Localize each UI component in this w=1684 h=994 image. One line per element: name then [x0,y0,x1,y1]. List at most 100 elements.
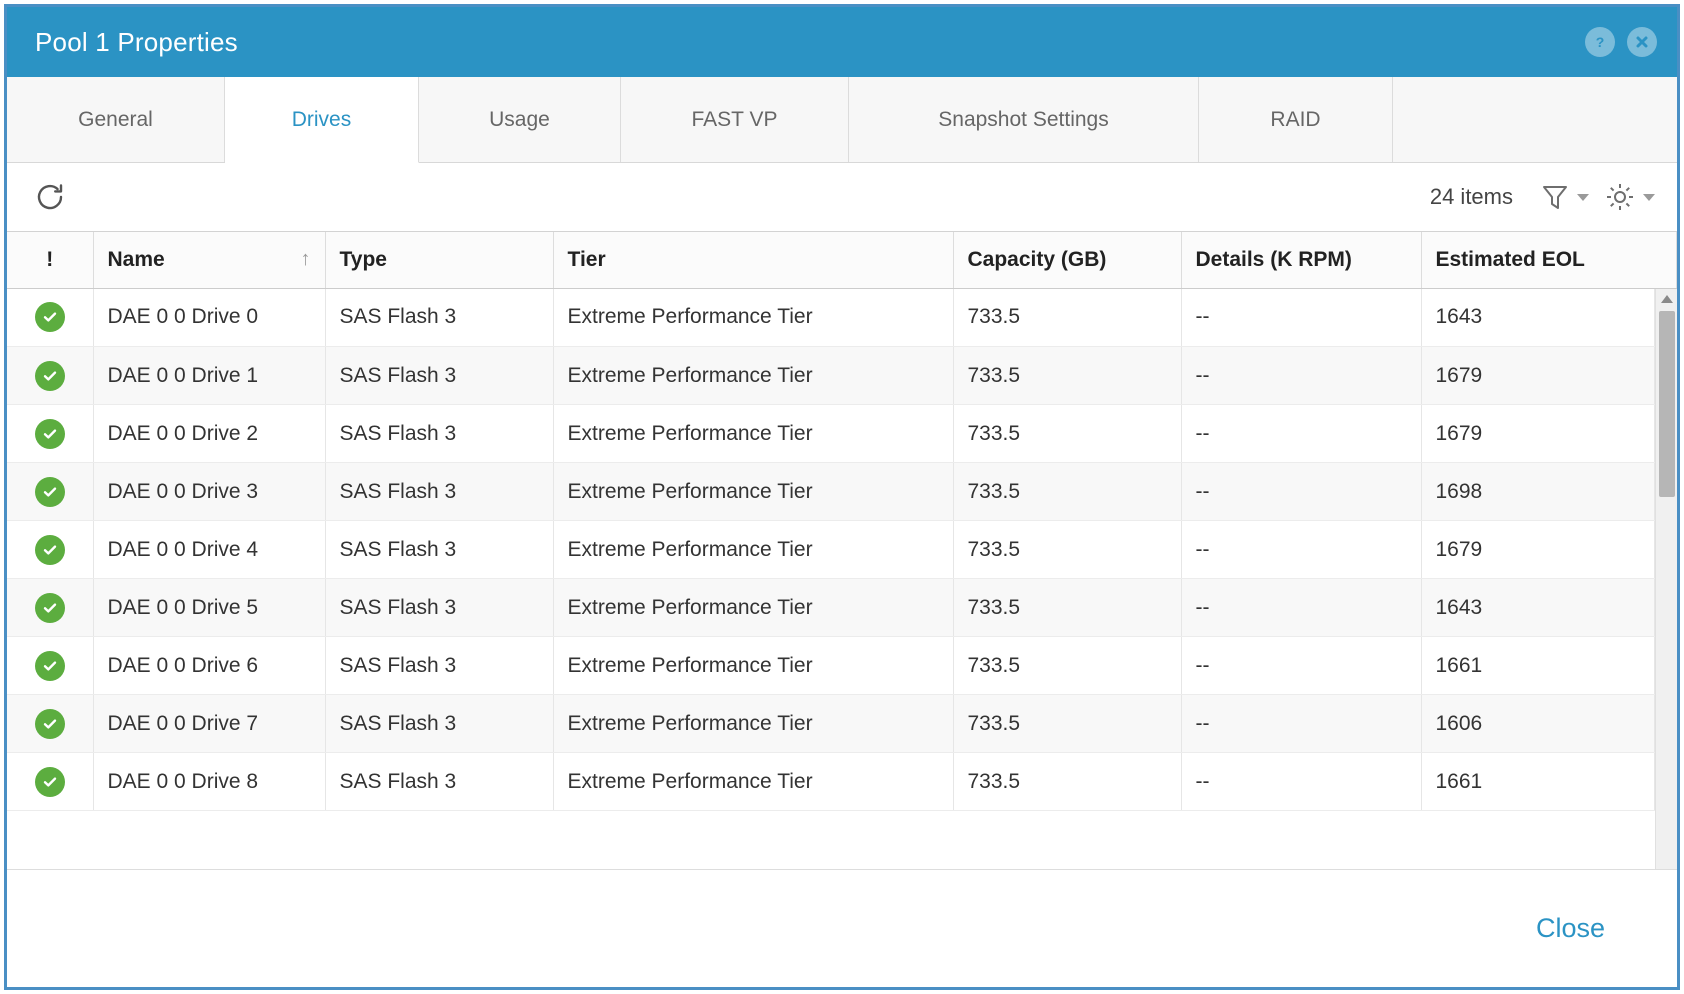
cell-tier: Extreme Performance Tier [553,636,954,695]
table-row[interactable]: DAE 0 0 Drive 7 SAS Flash 3 Extreme Perfor… [7,694,1655,753]
cell-capacity: 733.5 [953,694,1182,753]
gear-icon[interactable] [1603,180,1655,214]
column-header-type-label: Type [339,247,387,271]
cell-status [7,752,94,811]
column-header-tier-label: Tier [567,247,606,271]
cell-name: DAE 0 0 Drive 0 [93,288,326,347]
toolbar-left-group [33,180,67,214]
filter-dropdown-caret[interactable] [1577,193,1589,201]
cell-status [7,578,94,637]
table-row[interactable]: DAE 0 0 Drive 0 SAS Flash 3 Extreme Perfor… [7,288,1655,347]
status-ok-icon [34,650,65,681]
cell-status [7,404,94,463]
cell-tier: Extreme Performance Tier [553,288,954,347]
cell-tier: Extreme Performance Tier [553,520,954,579]
column-header-eol-label: Estimated EOL [1435,247,1585,271]
cell-status [7,346,94,405]
cell-type: SAS Flash 3 [325,520,554,579]
cell-name: DAE 0 0 Drive 5 [93,578,326,637]
tab-fast-vp[interactable]: FAST VP [621,77,849,162]
table-row[interactable]: DAE 0 0 Drive 4 SAS Flash 3 Extreme Perfor… [7,520,1655,579]
cell-capacity: 733.5 [953,520,1182,579]
column-header-name-label: Name [107,247,165,271]
column-header-capacity[interactable]: Capacity (GB) [953,232,1182,289]
scroll-up-arrow-icon[interactable] [1656,289,1677,309]
status-ok-icon [34,708,65,739]
cell-name: DAE 0 0 Drive 1 [93,346,326,405]
scrollbar-thumb[interactable] [1658,310,1675,497]
close-circle-icon[interactable] [1627,27,1657,57]
column-header-details-label: Details (K RPM) [1195,247,1352,271]
cell-capacity: 733.5 [953,288,1182,347]
cell-details: -- [1181,462,1422,521]
cell-name: DAE 0 0 Drive 6 [93,636,326,695]
column-header-details[interactable]: Details (K RPM) [1181,232,1422,289]
cell-details: -- [1181,636,1422,695]
column-header-name[interactable]: Name ↑ [93,232,326,289]
cell-type: SAS Flash 3 [325,462,554,521]
table-row[interactable]: DAE 0 0 Drive 3 SAS Flash 3 Extreme Perfor… [7,462,1655,521]
cell-tier: Extreme Performance Tier [553,752,954,811]
table-row[interactable]: DAE 0 0 Drive 6 SAS Flash 3 Extreme Perfor… [7,636,1655,695]
cell-eol: 1679 [1421,346,1655,405]
cell-eol: 1606 [1421,694,1655,753]
cell-capacity: 733.5 [953,404,1182,463]
column-header-flag[interactable]: ! [7,232,94,289]
status-ok-icon [34,476,65,507]
cell-status [7,288,94,347]
tab-usage[interactable]: Usage [419,77,621,162]
vertical-scrollbar[interactable] [1655,288,1677,869]
tab-general[interactable]: General [7,77,225,162]
status-ok-icon [34,766,65,797]
table-row[interactable]: DAE 0 0 Drive 5 SAS Flash 3 Extreme Perfor… [7,578,1655,637]
cell-details: -- [1181,578,1422,637]
cell-type: SAS Flash 3 [325,752,554,811]
item-count-label: 24 items [1429,184,1513,209]
tab-raid-label: RAID [1270,107,1321,131]
help-circle-icon[interactable]: ? [1585,27,1615,57]
cell-name: DAE 0 0 Drive 2 [93,404,326,463]
cell-tier: Extreme Performance Tier [553,694,954,753]
cell-details: -- [1181,346,1422,405]
refresh-icon[interactable] [33,180,67,214]
table-row[interactable]: DAE 0 0 Drive 1 SAS Flash 3 Extreme Perfor… [7,346,1655,405]
cell-eol: 1643 [1421,288,1655,347]
cell-name: DAE 0 0 Drive 3 [93,462,326,521]
cell-eol: 1661 [1421,636,1655,695]
cell-details: -- [1181,404,1422,463]
status-ok-icon [34,534,65,565]
cell-eol: 1679 [1421,404,1655,463]
tab-drives[interactable]: Drives [225,77,419,163]
column-header-type[interactable]: Type [325,232,554,289]
pool-properties-dialog: Pool 1 Properties ? General Drives Usage [4,4,1680,990]
column-header-eol[interactable]: Estimated EOL [1421,232,1677,289]
close-button[interactable]: Close [1536,913,1605,944]
table-row[interactable]: DAE 0 0 Drive 2 SAS Flash 3 Extreme Perfor… [7,404,1655,463]
cell-status [7,462,94,521]
dialog-titlebar: Pool 1 Properties ? [7,7,1677,77]
tab-raid[interactable]: RAID [1199,77,1393,162]
sort-ascending-icon[interactable]: ↑ [301,248,311,271]
cell-capacity: 733.5 [953,636,1182,695]
table-row[interactable]: DAE 0 0 Drive 8 SAS Flash 3 Extreme Perfor… [7,752,1655,811]
cell-capacity: 733.5 [953,752,1182,811]
status-ok-icon [34,360,65,391]
status-ok-icon [34,418,65,449]
settings-dropdown-caret[interactable] [1643,193,1655,201]
filter-funnel-icon[interactable] [1539,182,1589,212]
drives-table-header: ! Name ↑ Type Tier Capacity (GB) Details… [7,232,1677,289]
cell-details: -- [1181,752,1422,811]
cell-tier: Extreme Performance Tier [553,346,954,405]
cell-details: -- [1181,288,1422,347]
cell-status [7,520,94,579]
table-header-row: ! Name ↑ Type Tier Capacity (GB) Details… [7,232,1677,289]
cell-capacity: 733.5 [953,578,1182,637]
tab-bar: General Drives Usage FAST VP Snapshot Se… [7,77,1677,163]
cell-type: SAS Flash 3 [325,346,554,405]
drives-table-body: DAE 0 0 Drive 0 SAS Flash 3 Extreme Perfor… [7,288,1655,811]
column-header-tier[interactable]: Tier [553,232,954,289]
tab-snapshot-settings[interactable]: Snapshot Settings [849,77,1199,162]
tab-snapshot-settings-label: Snapshot Settings [938,107,1109,131]
column-header-flag-label: ! [46,247,54,271]
titlebar-actions: ? [1585,27,1657,57]
